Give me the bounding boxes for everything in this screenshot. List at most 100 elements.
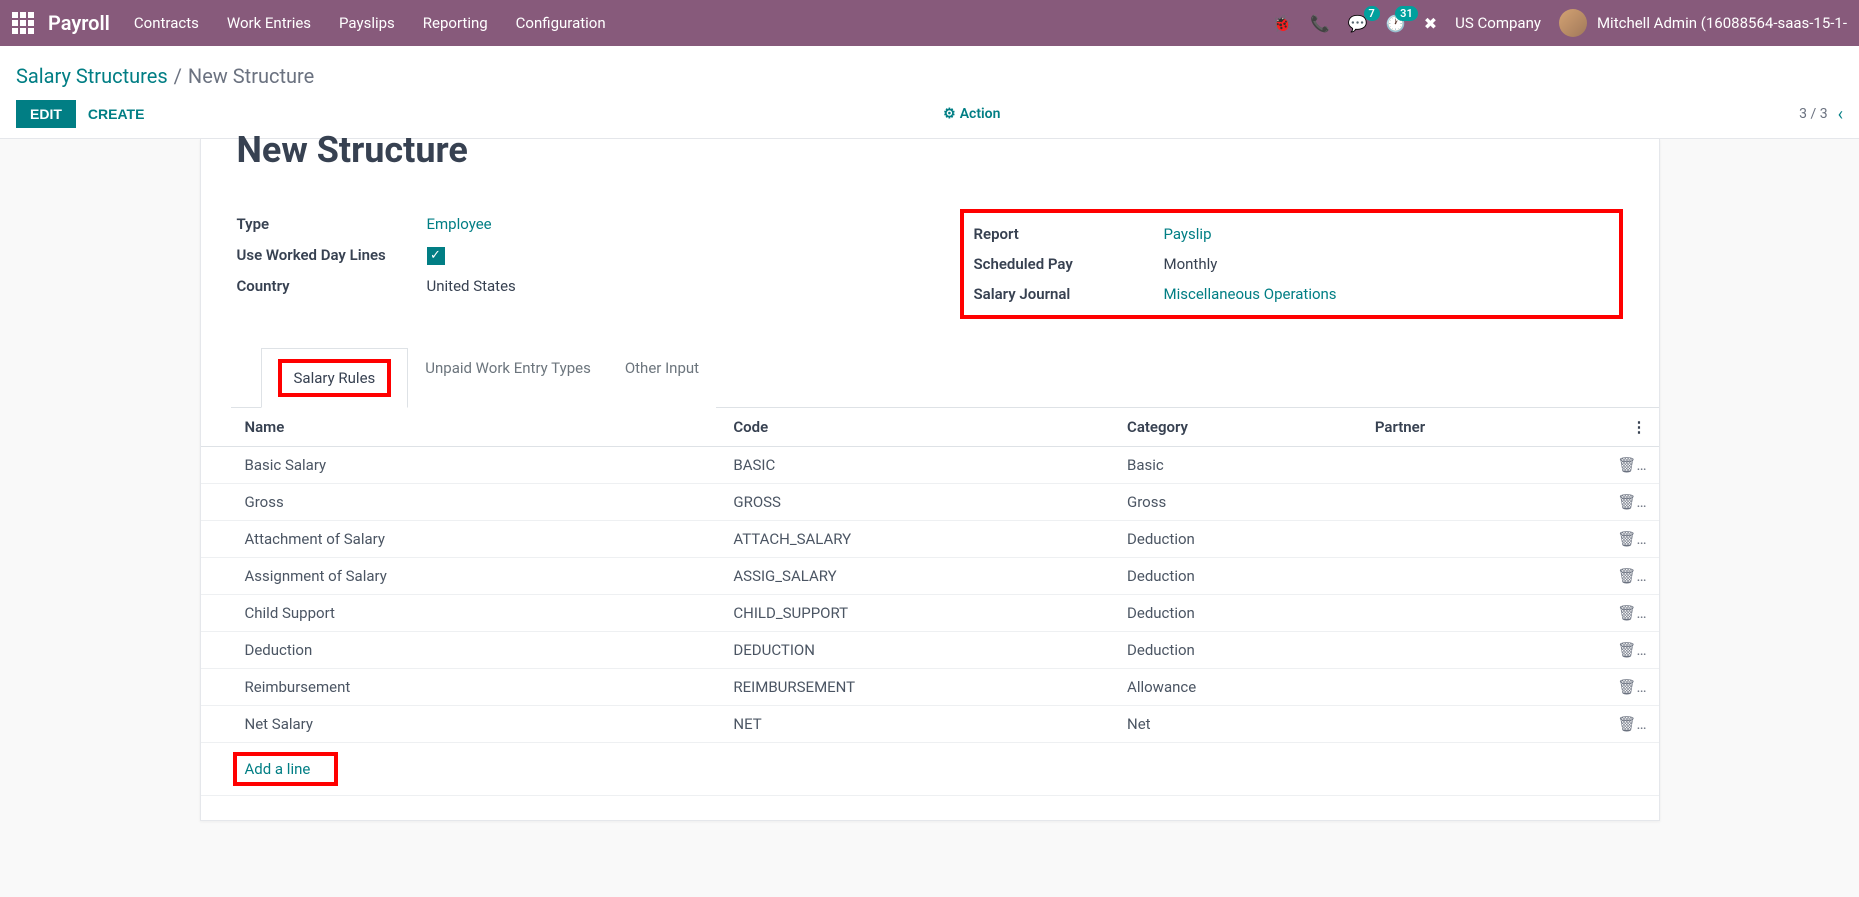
- table-row[interactable]: Basic SalaryBASICBasic🗑…: [201, 447, 1659, 484]
- control-bar: Salary Structures / New Structure EDIT C…: [0, 46, 1859, 139]
- add-line-cell: Add a line: [201, 743, 1659, 796]
- highlight-add-line: Add a line: [233, 752, 339, 786]
- cell-actions: 🗑…: [1600, 595, 1658, 632]
- trash-icon[interactable]: 🗑…: [1617, 604, 1646, 622]
- th-code[interactable]: Code: [725, 408, 1119, 447]
- trash-icon[interactable]: 🗑…: [1617, 567, 1646, 585]
- table-row[interactable]: Net SalaryNETNet 🗑…: [201, 706, 1659, 743]
- tab-unpaid[interactable]: Unpaid Work Entry Types: [408, 348, 608, 408]
- cell-name: Assignment of Salary: [201, 558, 726, 595]
- table-row[interactable]: GrossGROSSGross🗑…: [201, 484, 1659, 521]
- activities-icon[interactable]: 🕐31: [1386, 14, 1406, 33]
- cell-actions: 🗑…: [1600, 669, 1658, 706]
- cell-category: Deduction: [1119, 595, 1367, 632]
- cell-name: Gross: [201, 484, 726, 521]
- company-selector[interactable]: US Company: [1455, 14, 1541, 32]
- cell-code: NET: [725, 706, 1119, 743]
- cell-code: ATTACH_SALARY: [725, 521, 1119, 558]
- trash-icon[interactable]: 🗑…: [1617, 493, 1646, 511]
- cell-name: Net Salary: [201, 706, 726, 743]
- highlight-right: Report Payslip Scheduled Pay Monthly Sal…: [960, 209, 1623, 319]
- menu-contracts[interactable]: Contracts: [134, 14, 199, 32]
- cell-name: Child Support: [201, 595, 726, 632]
- edit-button[interactable]: EDIT: [16, 100, 76, 128]
- journal-value[interactable]: Miscellaneous Operations: [1164, 285, 1337, 303]
- phone-icon[interactable]: 📞: [1310, 14, 1330, 33]
- tab-salary-rules[interactable]: Salary Rules: [261, 348, 409, 408]
- report-value[interactable]: Payslip: [1164, 225, 1212, 243]
- cell-actions: 🗑…: [1600, 484, 1658, 521]
- report-label: Report: [974, 225, 1164, 243]
- breadcrumb-parent[interactable]: Salary Structures: [16, 64, 168, 88]
- cell-actions: 🗑…: [1600, 632, 1658, 669]
- create-button[interactable]: CREATE: [88, 106, 145, 122]
- trash-icon[interactable]: 🗑…: [1617, 456, 1646, 474]
- field-report: Report Payslip: [974, 219, 1609, 249]
- cell-name: Reimbursement: [201, 669, 726, 706]
- table-row[interactable]: Child SupportCHILD_SUPPORTDeduction 🗑…: [201, 595, 1659, 632]
- cell-category: Gross: [1119, 484, 1367, 521]
- form-col-right: Report Payslip Scheduled Pay Monthly Sal…: [960, 209, 1623, 319]
- field-country: Country United States: [237, 271, 900, 301]
- th-partner[interactable]: Partner: [1367, 408, 1600, 447]
- cell-category: Deduction: [1119, 521, 1367, 558]
- table-row[interactable]: Attachment of SalaryATTACH_SALARYDeducti…: [201, 521, 1659, 558]
- cell-partner: [1367, 632, 1600, 669]
- breadcrumb: Salary Structures / New Structure: [16, 56, 1843, 100]
- pager: 3 / 3 ‹: [1799, 104, 1843, 125]
- menu-work-entries[interactable]: Work Entries: [227, 14, 311, 32]
- trash-icon[interactable]: 🗑…: [1617, 678, 1646, 696]
- debug-icon[interactable]: 🐞: [1272, 14, 1292, 33]
- action-dropdown[interactable]: ⚙Action: [943, 106, 1000, 122]
- type-label: Type: [237, 215, 427, 233]
- salary-rules-table: Name Code Category Partner ⋮ Basic Salar…: [201, 408, 1659, 796]
- pager-text[interactable]: 3 / 3: [1799, 106, 1827, 122]
- cell-code: REIMBURSEMENT: [725, 669, 1119, 706]
- cell-partner: [1367, 595, 1600, 632]
- tab-salary-rules-label: Salary Rules: [294, 369, 376, 387]
- cell-actions: 🗑…: [1600, 706, 1658, 743]
- avatar: [1559, 9, 1587, 37]
- country-value: United States: [427, 277, 516, 295]
- cell-code: BASIC: [725, 447, 1119, 484]
- table-row[interactable]: Assignment of SalaryASSIG_SALARYDeductio…: [201, 558, 1659, 595]
- checkbox-icon[interactable]: ✓: [427, 247, 445, 265]
- add-line-row: Add a line: [201, 743, 1659, 796]
- gear-icon: ⚙: [943, 106, 956, 122]
- cell-actions: 🗑…: [1600, 521, 1658, 558]
- username: Mitchell Admin (16088564-saas-15-1-: [1597, 14, 1847, 32]
- trash-icon[interactable]: 🗑…: [1617, 530, 1646, 548]
- user-menu[interactable]: Mitchell Admin (16088564-saas-15-1-: [1559, 9, 1847, 37]
- cell-category: Allowance: [1119, 669, 1367, 706]
- tools-icon[interactable]: ✖: [1424, 14, 1437, 33]
- type-value[interactable]: Employee: [427, 215, 492, 233]
- table-row[interactable]: DeductionDEDUCTIONDeduction🗑…: [201, 632, 1659, 669]
- columns-menu-icon[interactable]: ⋮: [1632, 418, 1647, 436]
- table-row[interactable]: ReimbursementREIMBURSEMENTAllowance 🗑…: [201, 669, 1659, 706]
- cell-name: Basic Salary: [201, 447, 726, 484]
- highlight-tab: Salary Rules: [278, 359, 392, 397]
- conversations-icon[interactable]: 💬7: [1348, 14, 1368, 33]
- apps-icon[interactable]: [12, 12, 34, 34]
- pager-prev-icon[interactable]: ‹: [1838, 104, 1843, 125]
- tabs: Salary Rules Unpaid Work Entry Types Oth…: [231, 347, 1659, 408]
- menu-payslips[interactable]: Payslips: [339, 14, 395, 32]
- cell-code: CHILD_SUPPORT: [725, 595, 1119, 632]
- app-brand[interactable]: Payroll: [48, 11, 110, 35]
- form-sheet: New Structure Type Employee Use Worked D…: [200, 139, 1660, 821]
- tab-other-input[interactable]: Other Input: [608, 348, 716, 408]
- cell-category: Net: [1119, 706, 1367, 743]
- menu-configuration[interactable]: Configuration: [516, 14, 606, 32]
- scheduled-value: Monthly: [1164, 255, 1218, 273]
- breadcrumb-current: New Structure: [188, 64, 314, 88]
- trash-icon[interactable]: 🗑…: [1617, 641, 1646, 659]
- cell-code: ASSIG_SALARY: [725, 558, 1119, 595]
- cell-partner: [1367, 669, 1600, 706]
- add-line-link[interactable]: Add a line: [245, 760, 311, 778]
- th-name[interactable]: Name: [201, 408, 726, 447]
- country-label: Country: [237, 277, 427, 295]
- trash-icon[interactable]: 🗑…: [1617, 715, 1646, 733]
- menu-reporting[interactable]: Reporting: [423, 14, 488, 32]
- th-category[interactable]: Category: [1119, 408, 1367, 447]
- main-menu: Contracts Work Entries Payslips Reportin…: [134, 14, 606, 32]
